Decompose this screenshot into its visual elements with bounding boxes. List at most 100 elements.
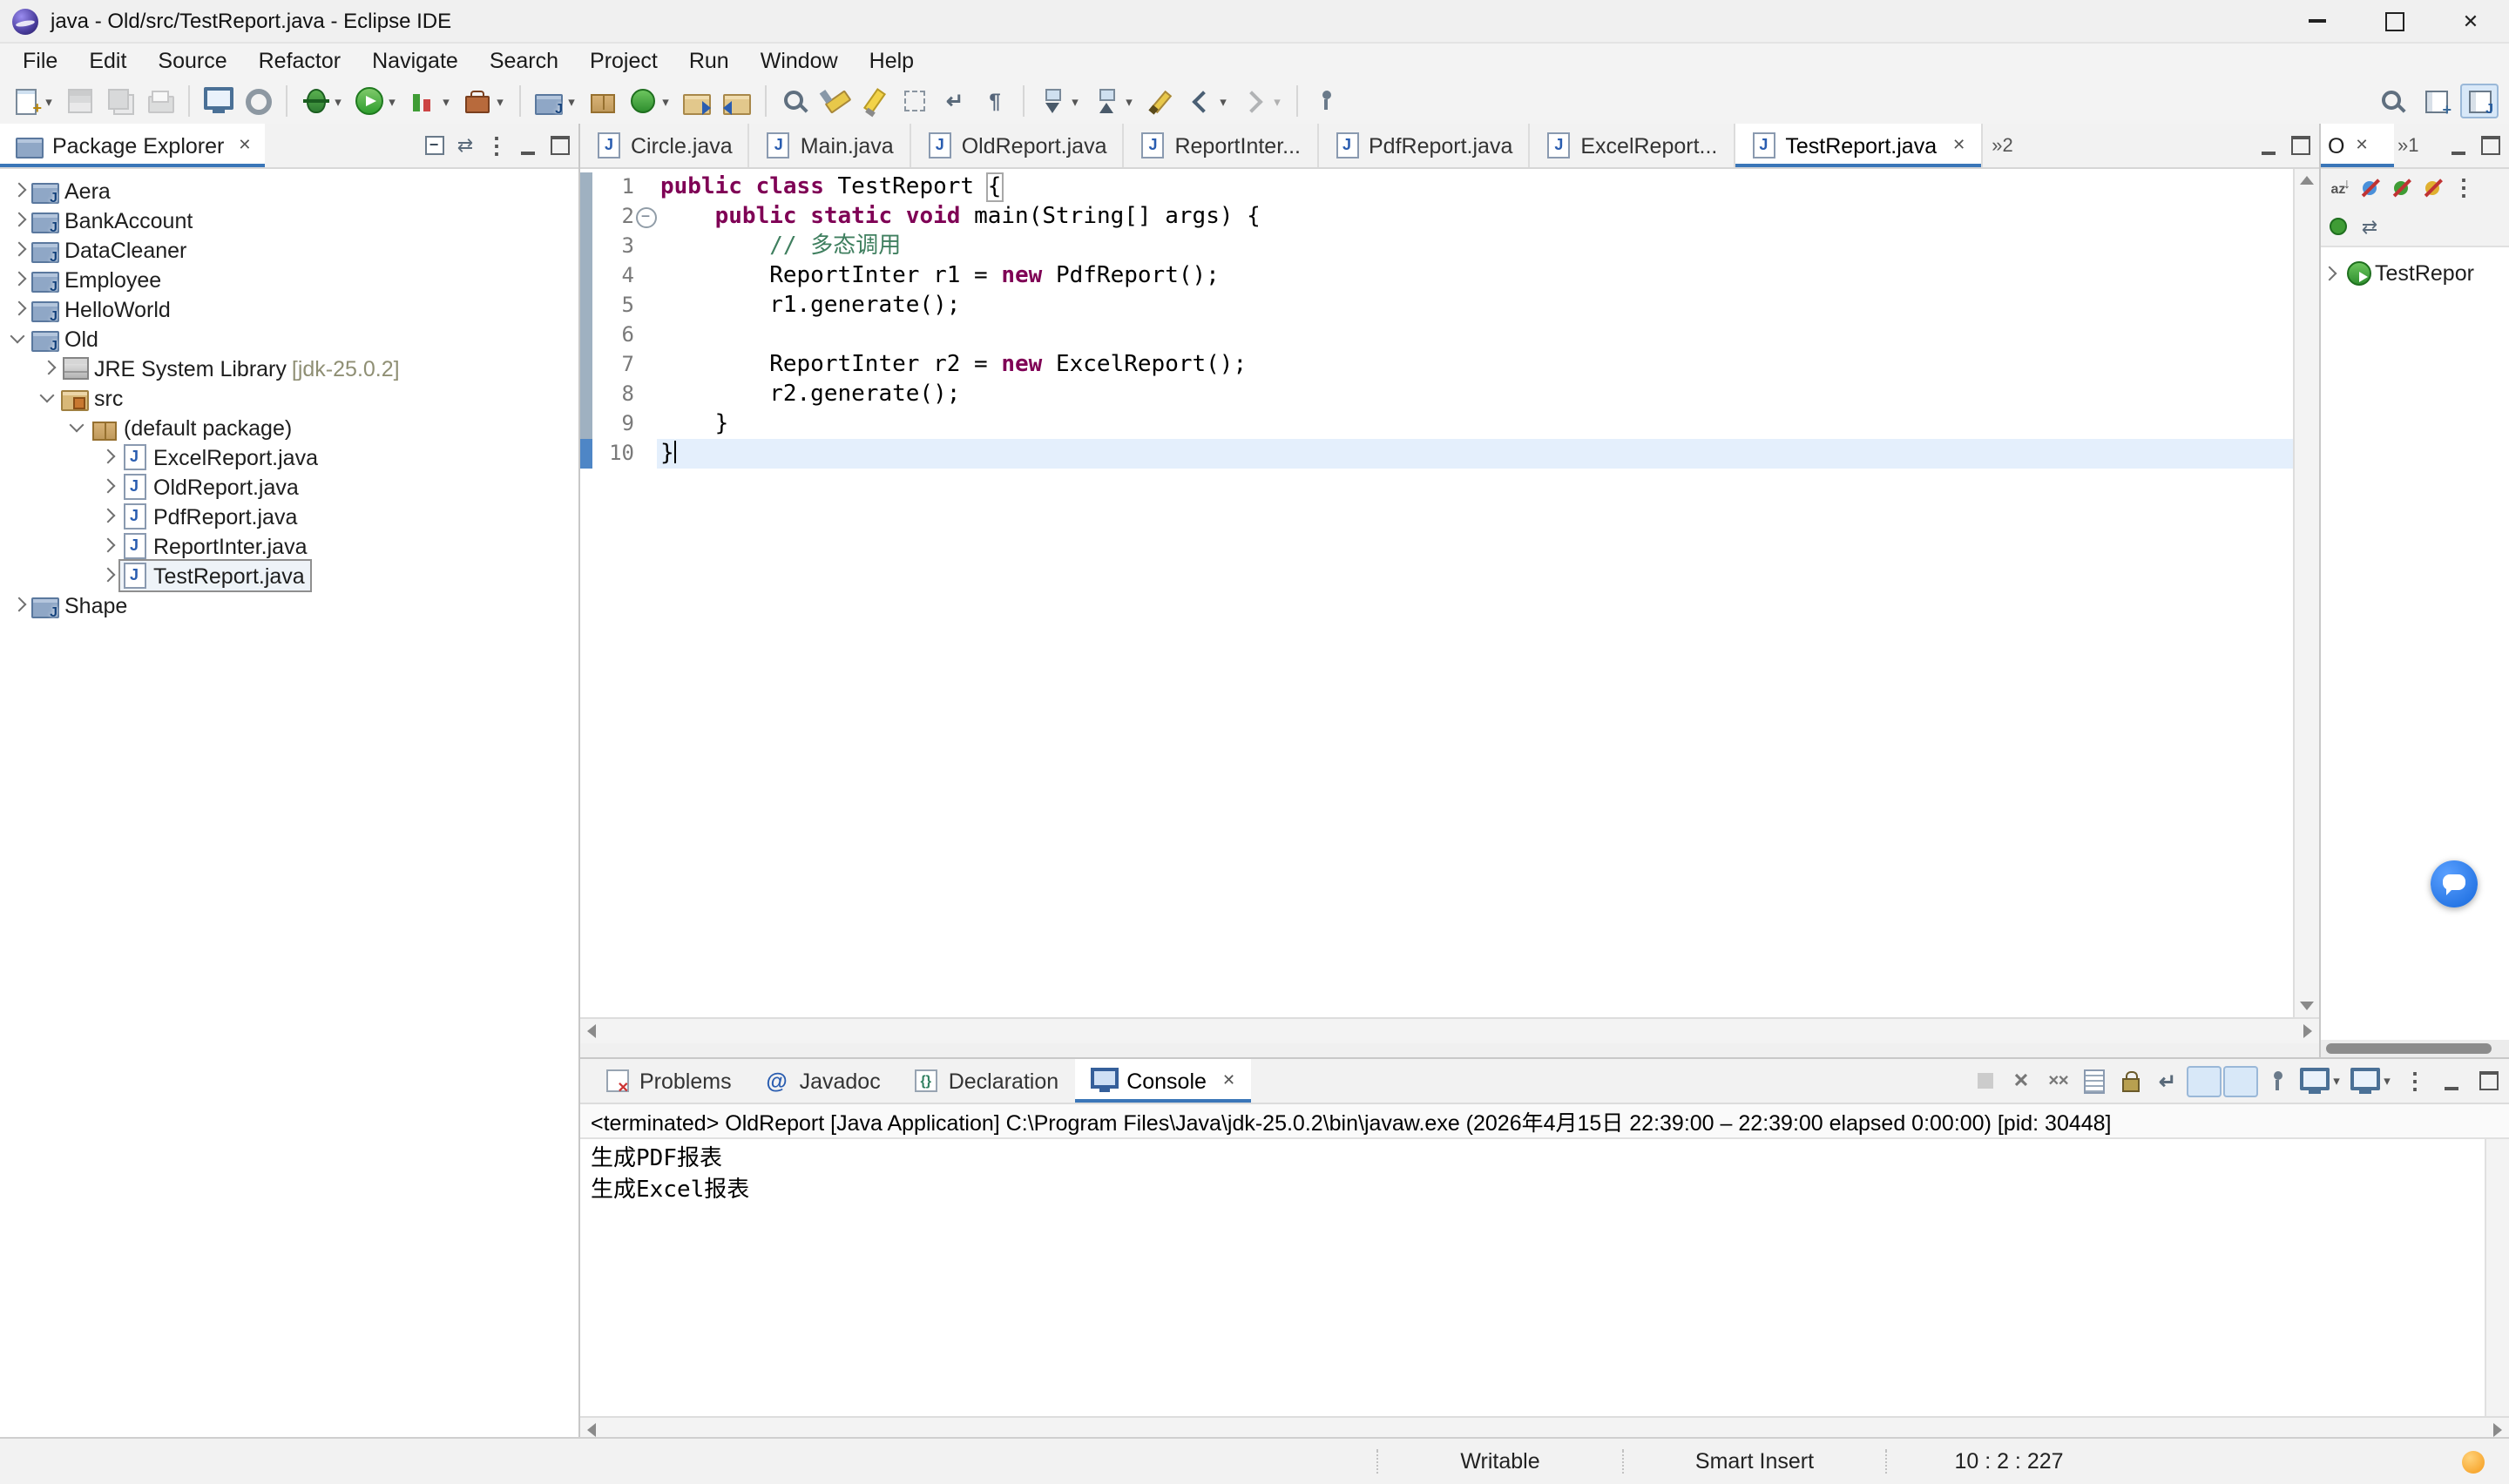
view-overflow-badge[interactable]: »1 [2394, 135, 2423, 156]
display-selected-console-dropdown-icon[interactable] [2330, 1073, 2343, 1089]
external-tools-dropdown-icon[interactable] [493, 93, 507, 109]
tab-problems[interactable]: Problems [587, 1059, 747, 1103]
chevron-right-icon[interactable] [10, 183, 26, 199]
back-dropdown-icon[interactable] [1216, 93, 1230, 109]
tree-item-helloworld[interactable]: HelloWorld [0, 294, 578, 324]
code-line-3[interactable]: 3 // 多态调用 [580, 232, 2295, 261]
outline-item-testrepor[interactable]: TestRepor [2321, 258, 2509, 289]
code-editor[interactable]: 1public class TestReport {2− public stat… [580, 169, 2319, 1017]
open-console-button[interactable] [199, 84, 237, 118]
tree-item-bankaccount[interactable]: BankAccount [0, 206, 578, 235]
new-class-button[interactable] [624, 84, 676, 118]
window-maximize-button[interactable] [2356, 0, 2432, 42]
tab-javadoc[interactable]: Javadoc [747, 1059, 896, 1103]
display-selected-console-button[interactable] [2296, 1065, 2345, 1096]
code-line-4[interactable]: 4 ReportInter r1 = new PdfReport(); [580, 261, 2295, 291]
tree-item-src[interactable]: src [0, 383, 578, 413]
code-line-6[interactable]: 6 [580, 320, 2295, 350]
chevron-down-icon[interactable] [10, 331, 26, 347]
scrollbar-thumb[interactable] [2326, 1043, 2492, 1054]
minimize-editor-button[interactable] [2253, 132, 2284, 159]
new-wizard-button[interactable] [7, 84, 59, 118]
tree-item-testreport-java[interactable]: TestReport.java [0, 561, 578, 590]
remove-all-terminated-button[interactable] [2040, 1065, 2075, 1096]
word-wrap-button[interactable] [2150, 1065, 2185, 1096]
tree-item-shape[interactable]: Shape [0, 590, 578, 620]
next-annotation-button[interactable] [1033, 84, 1085, 118]
scroll-lock-button[interactable] [2113, 1065, 2148, 1096]
chevron-right-icon[interactable] [99, 568, 115, 583]
new-package-button[interactable] [584, 84, 622, 118]
outline-horizontal-scrollbar[interactable] [2321, 1040, 2509, 1057]
editor-tab-reportinter[interactable]: ReportInter... [1124, 124, 1318, 167]
clear-console-button[interactable] [2077, 1065, 2112, 1096]
chevron-right-icon[interactable] [10, 212, 26, 228]
search-button[interactable] [815, 84, 854, 118]
maximize-editor-button[interactable] [2284, 132, 2316, 159]
tree-item-old[interactable]: Old [0, 324, 578, 354]
minimize-view-button[interactable] [2434, 1065, 2469, 1096]
chevron-right-icon[interactable] [10, 597, 26, 613]
launch-configurations-button[interactable] [239, 84, 277, 118]
window-minimize-button[interactable] [2279, 0, 2356, 42]
new-wizard-dropdown-icon[interactable] [42, 93, 56, 109]
maximize-view-button[interactable] [544, 132, 575, 159]
maximize-view-button[interactable] [2474, 132, 2506, 159]
tab-outline[interactable]: O [2321, 124, 2394, 167]
tab-package-explorer[interactable]: Package Explorer [0, 124, 265, 167]
code-line-8[interactable]: 8 r2.generate(); [580, 380, 2295, 409]
external-tools-button[interactable] [458, 84, 511, 118]
link-with-editor-button[interactable] [2354, 212, 2385, 240]
show-on-stdout-button[interactable] [2187, 1065, 2222, 1096]
word-wrap-button[interactable] [936, 84, 974, 118]
tree-item-reportinter-java[interactable]: ReportInter.java [0, 531, 578, 561]
debug-dropdown-icon[interactable] [331, 93, 345, 109]
chevron-right-icon[interactable] [2321, 266, 2337, 281]
new-java-project-button[interactable] [530, 84, 582, 118]
debug-button[interactable] [296, 84, 348, 118]
pin-editor-button[interactable] [1307, 84, 1345, 118]
code-line-10[interactable]: 10} [580, 439, 2295, 469]
menu-item-project[interactable]: Project [574, 44, 673, 78]
code-text[interactable]: r2.generate(); [657, 380, 2295, 409]
menu-item-source[interactable]: Source [142, 44, 242, 78]
remove-launch-button[interactable] [2004, 1065, 2039, 1096]
tray-notification-icon[interactable] [2462, 1450, 2485, 1473]
focus-on-active-task-button[interactable] [2323, 212, 2354, 240]
copilot-button[interactable] [2431, 860, 2478, 907]
coverage-dropdown-icon[interactable] [439, 93, 453, 109]
code-text[interactable]: ReportInter r1 = new PdfReport(); [657, 261, 2295, 291]
tab-declaration[interactable]: Declaration [896, 1059, 1074, 1103]
mark-occurrences-button[interactable] [855, 84, 894, 118]
code-text[interactable]: } [657, 409, 2295, 439]
tree-item-oldreport-java[interactable]: OldReport.java [0, 472, 578, 502]
chevron-down-icon[interactable] [40, 390, 56, 406]
show-whitespace-button[interactable] [976, 84, 1014, 118]
chevron-right-icon[interactable] [99, 538, 115, 554]
code-text[interactable]: } [657, 439, 2295, 469]
view-menu-button[interactable] [2448, 174, 2479, 202]
close-view-icon[interactable] [2355, 136, 2368, 155]
code-line-2[interactable]: 2− public static void main(String[] args… [580, 202, 2295, 232]
chevron-right-icon[interactable] [99, 509, 115, 524]
open-console-dropdown-icon[interactable] [2380, 1073, 2394, 1089]
menu-item-help[interactable]: Help [854, 44, 930, 78]
previous-annotation-dropdown-icon[interactable] [1122, 93, 1136, 109]
block-selection-button[interactable] [896, 84, 934, 118]
editor-tab-testreport-java[interactable]: TestReport.java [1735, 124, 1983, 167]
editor-tab-oldreport-java[interactable]: OldReport.java [911, 124, 1125, 167]
coverage-button[interactable] [404, 84, 456, 118]
pin-console-button[interactable] [2260, 1065, 2295, 1096]
next-annotation-dropdown-icon[interactable] [1068, 93, 1082, 109]
show-on-stderr-button[interactable] [2223, 1065, 2258, 1096]
open-type-button[interactable] [775, 84, 814, 118]
hide-non-public-button[interactable] [2417, 174, 2448, 202]
tab-console[interactable]: Console [1074, 1059, 1251, 1103]
tree-item-datacleaner[interactable]: DataCleaner [0, 235, 578, 265]
menu-item-refactor[interactable]: Refactor [243, 44, 357, 78]
tree-item-pdfreport-java[interactable]: PdfReport.java [0, 502, 578, 531]
editor-horizontal-scrollbar[interactable] [580, 1017, 2319, 1043]
editor-overflow-badge[interactable]: »2 [1983, 135, 2022, 156]
code-text[interactable]: ReportInter r2 = new ExcelReport(); [657, 350, 2295, 380]
chevron-right-icon[interactable] [10, 242, 26, 258]
